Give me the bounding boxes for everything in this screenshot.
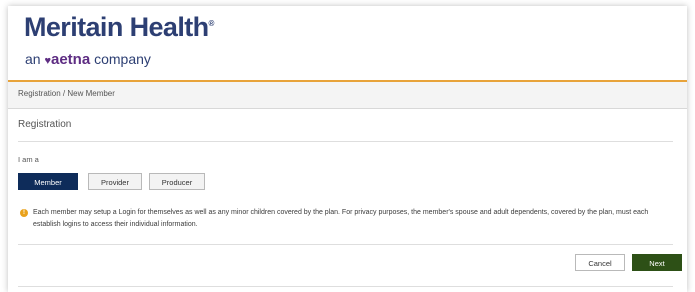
aetna-company-tagline: an ♥aetna company	[25, 51, 151, 68]
role-provider-button[interactable]: Provider	[88, 173, 142, 190]
info-message: Each member may setup a Login for themse…	[33, 209, 649, 228]
next-button[interactable]: Next	[632, 254, 682, 271]
meritain-health-logo[interactable]: Meritain Health®	[24, 12, 214, 43]
actions-divider	[18, 244, 673, 245]
cancel-button[interactable]: Cancel	[575, 254, 625, 271]
site-header: Meritain Health® an ♥aetna company	[8, 6, 687, 80]
breadcrumb-bar: Registration / New Member	[8, 82, 687, 109]
registration-page: Meritain Health® an ♥aetna company Regis…	[8, 6, 687, 292]
info-icon: !	[20, 209, 28, 217]
role-member-button[interactable]: Member	[18, 173, 78, 190]
role-producer-button[interactable]: Producer	[149, 173, 205, 190]
footer-divider	[18, 286, 673, 287]
title-divider	[18, 141, 673, 142]
breadcrumb: Registration / New Member	[18, 89, 115, 98]
registered-mark: ®	[208, 19, 215, 28]
role-prompt: I am a	[18, 155, 39, 164]
page-title: Registration	[18, 119, 72, 130]
